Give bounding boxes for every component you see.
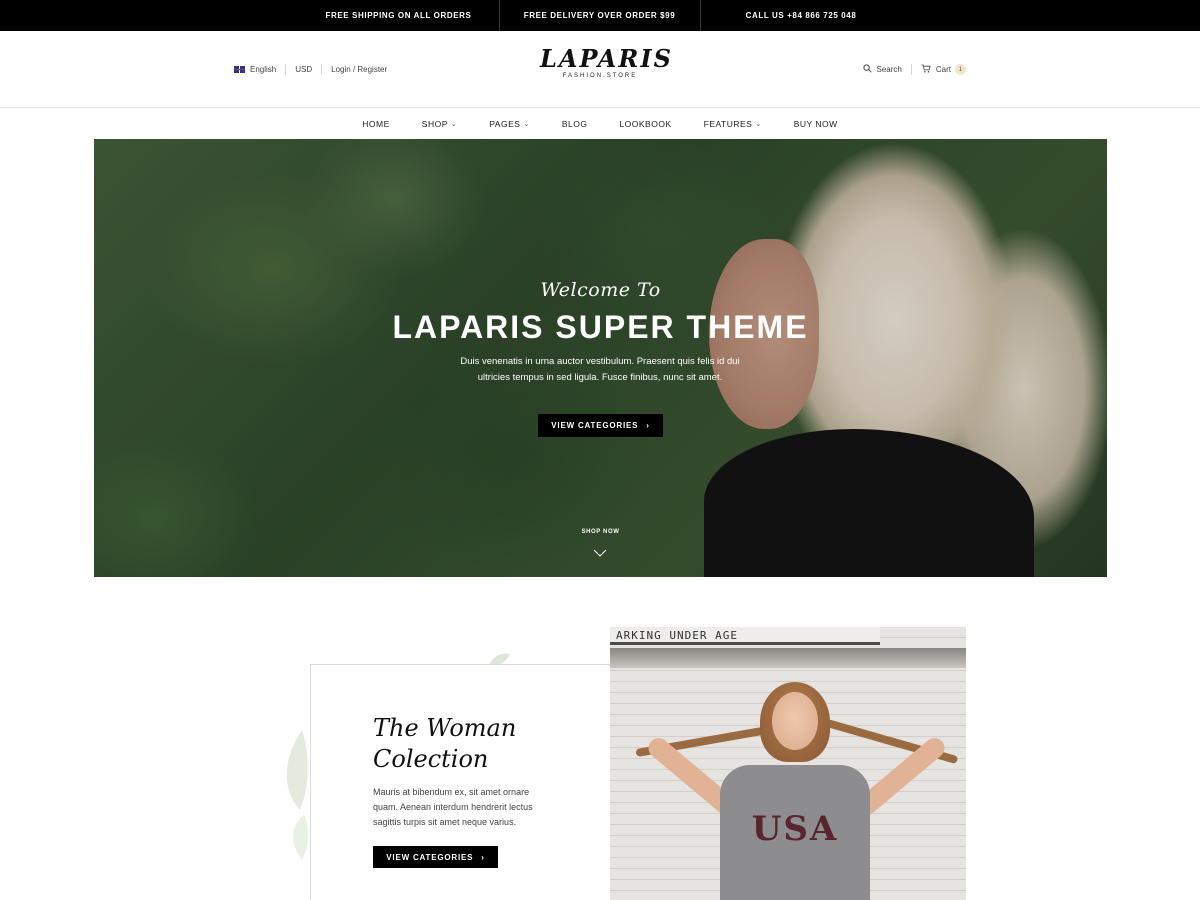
button-label: VIEW CATEGORIES [386,852,474,862]
hero-description: Duis venenatis in urna auctor vestibulum… [460,356,740,383]
scroll-down-icon[interactable] [593,544,607,562]
cart-link[interactable]: Cart [936,65,951,74]
divider [910,64,912,75]
nav-item-pages[interactable]: PAGES ⌄ [489,119,530,129]
chevron-down-icon: ⌄ [755,120,762,128]
divider [285,64,287,75]
nav-item-features[interactable]: FEATURES ⌄ [704,119,762,129]
chevron-right-icon: › [646,421,650,430]
photo-sign: ARKING UNDER AGE [610,627,880,645]
header-utility-left: English USD Login / Register [234,64,387,75]
cart-count-badge: 1 [955,64,966,75]
language-selector[interactable]: English [250,65,276,74]
nav-item-lookbook[interactable]: LOOKBOOK [619,119,671,129]
header-utility-right: Search Cart 1 [862,64,966,75]
login-register-link[interactable]: Login / Register [331,65,387,74]
logo-tagline: FASHION.STORE [562,73,638,79]
collection-view-categories-button[interactable]: VIEW CATEGORIES › [373,846,498,868]
chevron-down-icon: ⌄ [523,120,530,128]
divider [321,64,323,75]
button-label: VIEW CATEGORIES [551,421,639,430]
site-header: English USD Login / Register LAPARIS FAS… [0,31,1200,108]
photo-awning [610,648,966,668]
hero-view-categories-button[interactable]: VIEW CATEGORIES › [538,414,663,437]
logo-wordmark: LAPARIS [540,44,673,73]
site-logo[interactable]: LAPARIS FASHION.STORE [540,44,673,95]
uk-flag-icon [234,66,245,73]
nav-item-shop[interactable]: SHOP ⌄ [422,119,457,129]
hero-script-heading: Welcome To [540,279,661,301]
currency-selector[interactable]: USD [295,65,312,74]
shirt-print: USA [751,809,839,849]
cart-icon[interactable] [921,64,931,75]
collection-card: The Woman Colection Mauris at bibendum e… [310,664,610,900]
announcement-bar: FREE SHIPPING ON ALL ORDERS FREE DELIVER… [0,0,1200,31]
main-nav: HOME SHOP ⌄ PAGES ⌄ BLOG LOOKBOOK FEATURES… [0,109,1200,138]
chevron-right-icon: › [481,852,485,862]
collection-photo: ARKING UNDER AGE USA [610,627,966,900]
hero-content: Welcome To LAPARIS SUPER THEME Duis vene… [94,139,1107,577]
announcement-delivery: FREE DELIVERY OVER ORDER $99 [500,0,701,31]
hero-title: LAPARIS SUPER THEME [392,309,809,345]
announcement-shipping: FREE SHIPPING ON ALL ORDERS [299,0,500,31]
nav-item-home[interactable]: HOME [362,119,390,129]
photo-model-face [772,692,818,750]
hero-banner: Welcome To LAPARIS SUPER THEME Duis vene… [94,139,1107,577]
search-icon[interactable] [862,64,872,75]
nav-item-blog[interactable]: BLOG [562,119,588,129]
search-link[interactable]: Search [877,65,902,74]
shop-now-link[interactable]: SHOP NOW [94,529,1107,535]
collection-description: Mauris at bibendum ex, sit amet ornare q… [373,787,533,827]
leaf-decoration-icon [282,730,312,860]
nav-item-buy-now[interactable]: BUY NOW [794,119,838,129]
collection-title: The Woman Colection [373,714,517,773]
chevron-down-icon: ⌄ [450,120,458,128]
announcement-phone[interactable]: CALL US +84 866 725 048 [701,0,902,31]
